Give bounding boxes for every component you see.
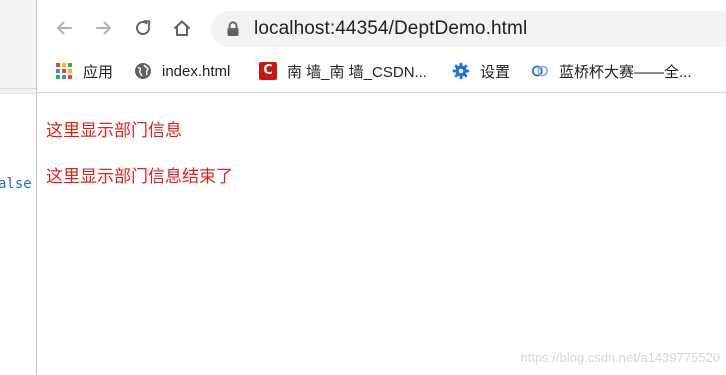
home-icon [174,20,190,36]
bookmark-label: 南 墙_南 墙_CSDN... [287,63,428,81]
bookmark-apps[interactable]: 应用 [55,55,113,87]
bookmark-label: 蓝桥杯大赛——全... [559,63,692,81]
apps-grid-icon [55,62,73,80]
background-editor-window: alse [0,0,37,375]
back-button[interactable] [49,13,79,43]
dept-info-end-text: 这里显示部门信息结束了 [46,167,233,187]
bookmark-index-html[interactable]: index.html [134,55,230,87]
home-button[interactable] [167,13,197,43]
editor-divider [0,88,36,89]
reload-icon [136,20,151,35]
lanqiao-icon [531,62,549,80]
arrow-right-icon [96,21,111,35]
reload-button[interactable] [128,13,158,43]
forward-button[interactable] [89,13,119,43]
browser-window: localhost:44354/DeptDemo.html 应用 index.h… [37,0,726,375]
editor-code-fragment: alse [0,176,32,192]
bookmarks-bar: 应用 index.html C 南 墙_南 墙_CSDN... 设置 蓝桥杯大赛… [37,55,726,93]
watermark-text: https://blog.csdn.net/a1439775520 [520,350,721,365]
globe-icon [134,62,152,80]
gear-icon [452,62,470,80]
page-content: 这里显示部门信息 这里显示部门信息结束了 https://blog.csdn.n… [37,93,726,375]
bookmark-label: 设置 [480,63,511,81]
editor-top-area [0,0,36,94]
lock-icon[interactable] [226,21,240,37]
screenshot-root: alse localhost:44354/DeptDemo.html 应用 in… [0,0,726,375]
address-bar[interactable]: localhost:44354/DeptDemo.html [211,11,726,47]
dept-info-text: 这里显示部门信息 [46,121,182,141]
bookmark-lanqiao[interactable]: 蓝桥杯大赛——全... [531,55,692,87]
bookmark-settings[interactable]: 设置 [452,55,510,87]
url-text[interactable]: localhost:44354/DeptDemo.html [254,18,527,40]
bookmark-label: 应用 [83,63,114,81]
bookmark-csdn[interactable]: C 南 墙_南 墙_CSDN... [259,55,427,87]
arrow-left-icon [57,21,72,35]
bookmark-label: index.html [162,62,231,80]
csdn-icon: C [259,62,277,80]
browser-toolbar: localhost:44354/DeptDemo.html [37,0,726,55]
